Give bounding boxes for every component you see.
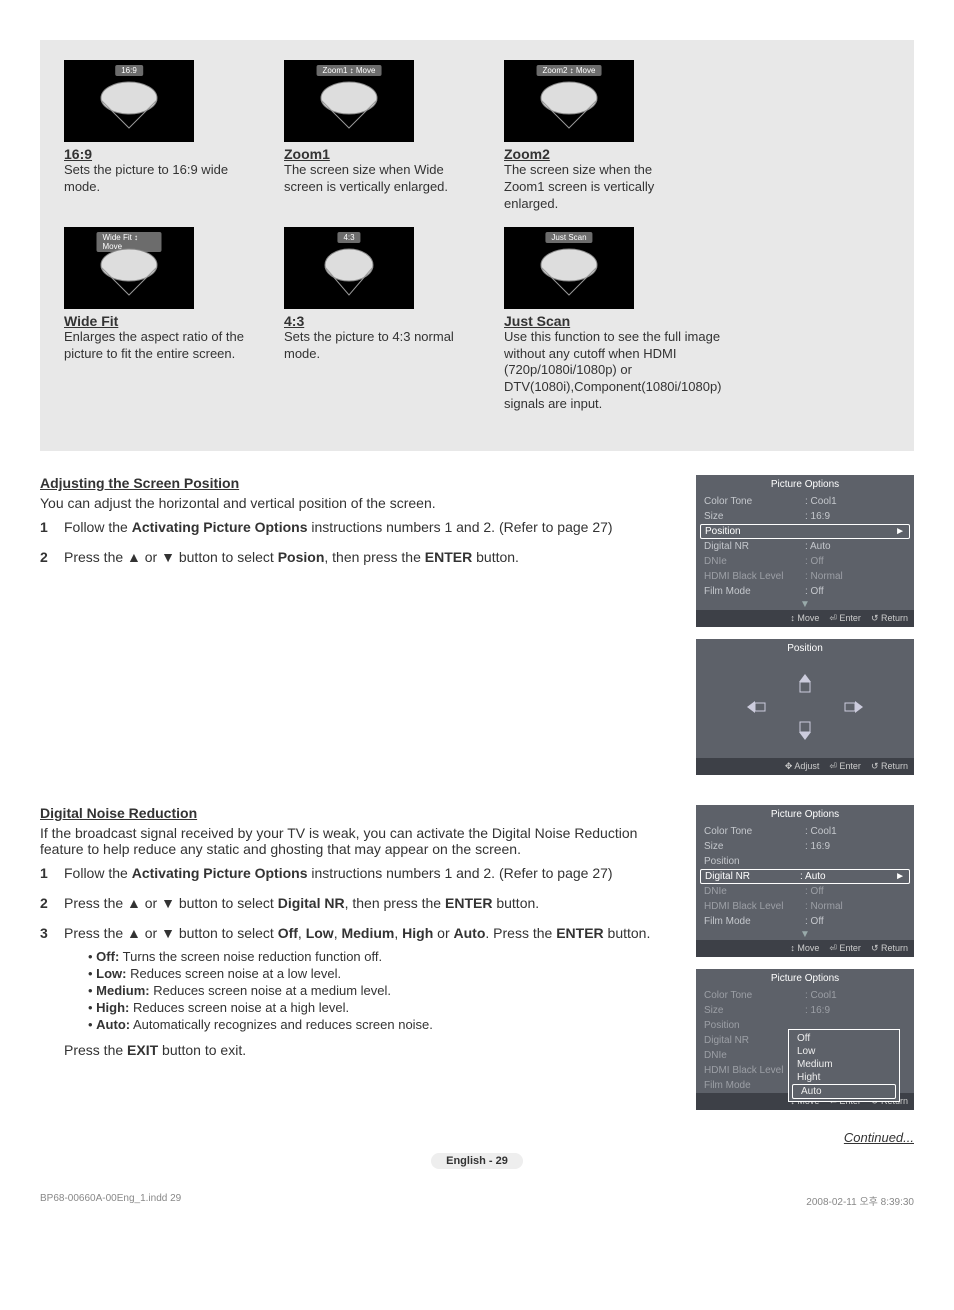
size-item-zoom2: Zoom2 ↕ Move Zoom2 The screen size when … [504, 60, 684, 213]
size-item-4-3: 4:3 4:3 Sets the picture to 4:3 normal m… [284, 227, 464, 413]
continued-label: Continued... [40, 1130, 914, 1145]
submenu-item-off[interactable]: Off [789, 1032, 899, 1045]
heading-noise-reduction: Digital Noise Reduction [40, 805, 676, 821]
arrow-left-icon [737, 697, 767, 720]
heading-adjust-position: Adjusting the Screen Position [40, 475, 676, 491]
balloon-icon [319, 247, 379, 297]
bullet-low: • Low: Reduces screen noise at a low lev… [88, 966, 676, 981]
balloon-icon [94, 247, 164, 297]
arrow-right-icon [843, 697, 873, 720]
osd-picture-options-position: Picture Options Color Tone: Cool1 Size: … [696, 475, 914, 627]
osd-picture-options-nr-submenu: Picture Options Color Tone: Cool1 Size: … [696, 969, 914, 1110]
osd-picture-options-nr: Picture Options Color Tone: Cool1 Size: … [696, 805, 914, 957]
bullet-off: • Off: Turns the screen noise reduction … [88, 949, 676, 964]
balloon-icon [314, 80, 384, 130]
chevron-right-icon: ► [895, 871, 905, 882]
size-item-wide-fit: Wide Fit ↕ Move Wide Fit Enlarges the as… [64, 227, 244, 413]
chevron-right-icon: ► [895, 526, 905, 537]
submenu-item-medium[interactable]: Medium [789, 1058, 899, 1071]
picture-size-grid: 16:9 16:9 Sets the picture to 16:9 wide … [40, 40, 914, 451]
osd-selected-digital-nr[interactable]: Digital NR: Auto► [700, 869, 910, 884]
step-2: 2 Press the ▲ or ▼ button to select Posi… [40, 549, 676, 565]
noise-step-3: 3 Press the ▲ or ▼ button to select Off,… [40, 925, 676, 1058]
arrow-vertical-icon [793, 672, 817, 745]
osd-submenu-digital-nr[interactable]: Off Low Medium Hight Auto [788, 1029, 900, 1102]
size-item-16-9: 16:9 16:9 Sets the picture to 16:9 wide … [64, 60, 244, 213]
submenu-item-low[interactable]: Low [789, 1045, 899, 1058]
balloon-icon [534, 247, 604, 297]
balloon-icon [534, 80, 604, 130]
size-item-zoom1: Zoom1 ↕ Move Zoom1 The screen size when … [284, 60, 464, 213]
size-desc: Sets the picture to 16:9 wide mode. [64, 162, 244, 196]
text-adjust-intro: You can adjust the horizontal and vertic… [40, 495, 676, 511]
page-number: English - 29 [431, 1153, 523, 1169]
footer-timestamp: 2008-02-11 오후 8:39:30 [806, 1193, 914, 1208]
noise-step-1: 1 Follow the Activating Picture Options … [40, 865, 676, 881]
bullet-medium: • Medium: Reduces screen noise at a medi… [88, 983, 676, 998]
noise-step-2: 2 Press the ▲ or ▼ button to select Digi… [40, 895, 676, 911]
osd-position-adjust: Position ✥ Adju [696, 639, 914, 775]
submenu-item-hight[interactable]: Hight [789, 1071, 899, 1084]
text-noise-intro: If the broadcast signal received by your… [40, 825, 676, 857]
submenu-item-auto[interactable]: Auto [792, 1084, 896, 1099]
footer-file: BP68-00660A-00Eng_1.indd 29 [40, 1193, 181, 1208]
bullet-high: • High: Reduces screen noise at a high l… [88, 1000, 676, 1015]
bullet-auto: • Auto: Automatically recognizes and red… [88, 1017, 676, 1032]
step-1: 1 Follow the Activating Picture Options … [40, 519, 676, 535]
balloon-icon [94, 80, 164, 130]
size-item-just-scan: Just Scan Just Scan Use this function to… [504, 227, 724, 413]
size-title: 16:9 [64, 146, 244, 162]
print-footer: BP68-00660A-00Eng_1.indd 29 2008-02-11 오… [0, 1189, 954, 1208]
osd-selected-position[interactable]: Position► [700, 524, 910, 539]
